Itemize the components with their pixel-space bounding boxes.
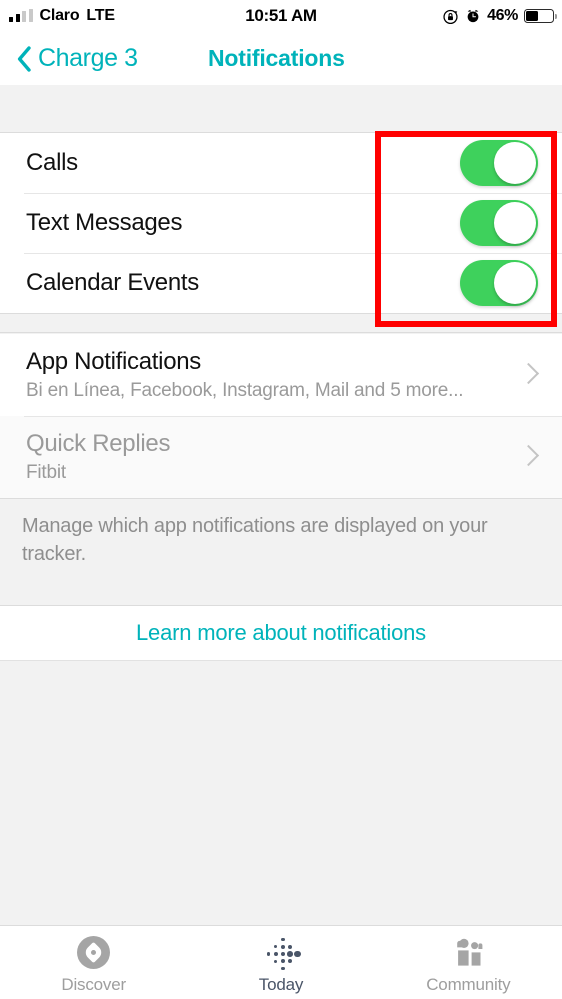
toggle-knob [494, 262, 536, 304]
notification-toggles-group: Calls Text Messages Calendar Events [0, 133, 562, 313]
footer-note-text: Manage which app notifications are displ… [22, 515, 488, 565]
row-app-notifications-texts: App Notifications Bi en Línea, Facebook,… [26, 348, 520, 402]
bottom-tab-bar: Discover Today Community [0, 925, 562, 999]
toggle-knob [494, 202, 536, 244]
navigation-bar: Charge 3 Notifications [0, 32, 562, 85]
toggle-row-text-messages[interactable]: Text Messages [0, 193, 562, 253]
learn-more-link[interactable]: Learn more about notifications [136, 620, 426, 646]
tab-discover[interactable]: Discover [0, 926, 187, 999]
section-gap-middle [0, 313, 562, 333]
alarm-clock-icon [465, 8, 481, 24]
people-icon [450, 934, 486, 970]
status-bar-right: 46% [442, 7, 558, 25]
rotation-lock-icon [442, 8, 459, 25]
toggle-switch-calls[interactable] [460, 140, 538, 186]
fitbit-dots-icon [263, 934, 301, 970]
learn-more-row[interactable]: Learn more about notifications [0, 606, 562, 661]
tab-today-label: Today [258, 975, 304, 994]
toggle-switch-calendar-events[interactable] [460, 260, 538, 306]
toggle-label-calendar-events: Calendar Events [26, 269, 199, 296]
compass-icon [76, 934, 112, 970]
toggle-switch-text-messages[interactable] [460, 200, 538, 246]
row-app-notifications-title: App Notifications [26, 348, 201, 375]
toggle-row-calls[interactable]: Calls [0, 133, 562, 193]
back-button[interactable]: Charge 3 [0, 44, 138, 73]
page-title: Notifications [208, 45, 345, 71]
row-app-notifications[interactable]: App Notifications Bi en Línea, Facebook,… [0, 334, 562, 416]
notification-links-group: App Notifications Bi en Línea, Facebook,… [0, 334, 562, 498]
tab-today[interactable]: Today [187, 926, 374, 999]
toggle-label-text-messages: Text Messages [26, 209, 183, 236]
app-screen: Claro LTE 10:51 AM 46% Charge 3 Notifica… [0, 0, 562, 999]
tab-community-label: Community [426, 975, 511, 994]
battery-percent-label: 46% [487, 7, 518, 24]
row-quick-replies[interactable]: Quick Replies Fitbit [0, 416, 562, 498]
footer-note: Manage which app notifications are displ… [0, 498, 562, 606]
chevron-right-icon [520, 361, 536, 389]
chevron-left-icon [16, 45, 32, 73]
section-gap-top [0, 85, 562, 133]
toggle-knob [494, 142, 536, 184]
status-bar: Claro LTE 10:51 AM 46% [0, 0, 562, 32]
empty-content-area [0, 661, 562, 925]
toggle-row-calendar-events[interactable]: Calendar Events [0, 253, 562, 313]
back-button-label: Charge 3 [38, 44, 138, 72]
toggle-label-calls: Calls [26, 149, 78, 176]
chevron-right-icon [520, 443, 536, 471]
row-quick-replies-title: Quick Replies [26, 430, 171, 457]
battery-icon [524, 9, 558, 23]
row-quick-replies-texts: Quick Replies Fitbit [26, 430, 520, 484]
row-app-notifications-subtitle: Bi en Línea, Facebook, Instagram, Mail a… [26, 380, 464, 401]
tab-community[interactable]: Community [375, 926, 562, 999]
tab-discover-label: Discover [61, 975, 126, 994]
row-quick-replies-subtitle: Fitbit [26, 462, 66, 483]
